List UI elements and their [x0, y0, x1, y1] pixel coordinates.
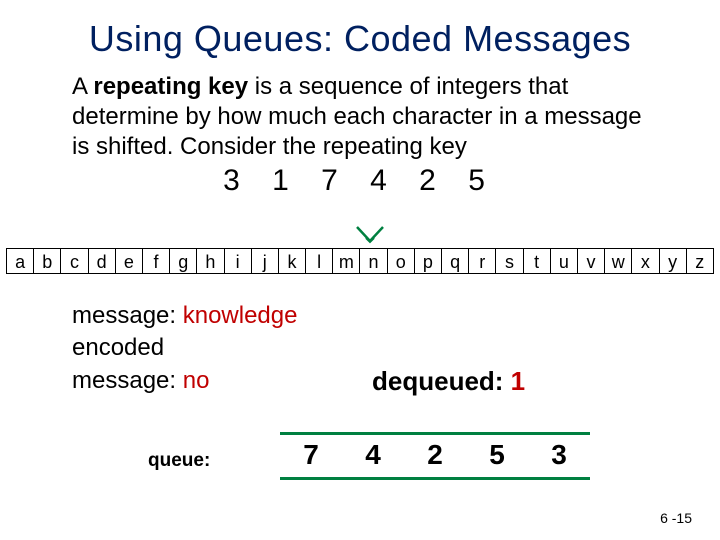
- alpha-cell: p: [414, 248, 441, 274]
- alpha-cell: u: [550, 248, 577, 274]
- alpha-cell: n: [359, 248, 386, 274]
- alpha-cell: v: [577, 248, 604, 274]
- alpha-cell: r: [468, 248, 495, 274]
- alpha-cell: f: [142, 248, 169, 274]
- alpha-cell: e: [115, 248, 142, 274]
- alpha-cell: k: [278, 248, 305, 274]
- alpha-cell: d: [88, 248, 115, 274]
- arrow-icon: [355, 225, 385, 245]
- alpha-cell: m: [332, 248, 359, 274]
- queue-cell: 2: [404, 435, 466, 477]
- repeating-key-term: repeating key: [93, 73, 248, 100]
- alpha-cell: o: [387, 248, 414, 274]
- alphabet-row: abcdefghijklmnopqrstuvwxyz: [6, 248, 714, 274]
- encoded-label: message:: [72, 367, 183, 394]
- queue-cell: 5: [466, 435, 528, 477]
- alpha-cell: w: [604, 248, 631, 274]
- message-label: message:: [72, 302, 183, 329]
- dequeued-label: dequeued:: [372, 366, 511, 396]
- alpha-cell: z: [686, 248, 714, 274]
- queue-label: queue:: [148, 450, 210, 472]
- alpha-cell: t: [523, 248, 550, 274]
- alpha-cell: x: [631, 248, 658, 274]
- dequeued-value: 1: [511, 366, 525, 396]
- queue-cell: 7: [280, 435, 342, 477]
- alpha-cell: j: [251, 248, 278, 274]
- alpha-cell: b: [33, 248, 60, 274]
- alpha-cell: i: [224, 248, 251, 274]
- alpha-cell: c: [60, 248, 87, 274]
- message-value: knowledge: [183, 302, 298, 329]
- alpha-cell: q: [441, 248, 468, 274]
- alpha-cell: y: [659, 248, 686, 274]
- queue-cell: 3: [528, 435, 590, 477]
- alpha-cell: s: [495, 248, 522, 274]
- slide: Using Queues: Coded Messages A repeating…: [0, 0, 720, 540]
- slide-title: Using Queues: Coded Messages: [0, 0, 720, 60]
- queue-box: 74253: [280, 432, 590, 480]
- alpha-cell: g: [169, 248, 196, 274]
- key-digits: 3 1 7 4 2 5: [0, 162, 720, 198]
- slide-number: 6 -15: [660, 510, 692, 526]
- encoded-value: no: [183, 367, 210, 394]
- encoded-line-1: encoded: [72, 332, 680, 364]
- dequeued-line: dequeued: 1: [372, 366, 525, 397]
- queue-cell: 4: [342, 435, 404, 477]
- definition-paragraph: A repeating key is a sequence of integer…: [0, 60, 720, 162]
- body-block: message: knowledge encoded message: no d…: [72, 300, 680, 397]
- alpha-cell: h: [196, 248, 223, 274]
- para-prefix: A: [72, 73, 93, 100]
- alpha-cell: l: [305, 248, 332, 274]
- alpha-cell: a: [6, 248, 33, 274]
- message-line: message: knowledge: [72, 300, 680, 332]
